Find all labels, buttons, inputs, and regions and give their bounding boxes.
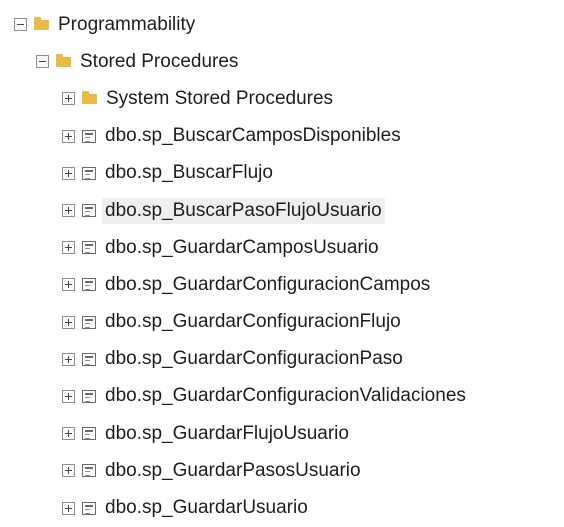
tree-node-label[interactable]: dbo.sp_BuscarFlujo	[102, 160, 276, 186]
stored-procedure-icon	[82, 278, 96, 292]
stored-procedure-icon	[82, 501, 96, 515]
object-explorer-tree: Programmability Stored Procedures System…	[0, 6, 564, 527]
tree-node-label[interactable]: dbo.sp_GuardarConfiguracionCampos	[102, 272, 433, 298]
expand-icon[interactable]	[62, 389, 75, 403]
tree-node-label[interactable]: Programmability	[55, 12, 198, 38]
expand-icon[interactable]	[62, 464, 75, 478]
tree-node-label[interactable]: dbo.sp_GuardarUsuario	[102, 495, 311, 521]
folder-icon	[56, 53, 71, 67]
tree-node-programmability[interactable]: Programmability	[0, 6, 564, 43]
tree-node-stored-procedure[interactable]: dbo.sp_GuardarPasosUsuario	[0, 452, 564, 489]
expand-icon[interactable]	[62, 501, 75, 515]
stored-procedure-icon	[82, 204, 96, 218]
tree-node-label[interactable]: dbo.sp_GuardarFlujoUsuario	[102, 421, 352, 447]
expand-icon[interactable]	[62, 166, 75, 180]
tree-node-stored-procedure[interactable]: dbo.sp_GuardarConfiguracionValidaciones	[0, 378, 564, 415]
expand-icon[interactable]	[62, 204, 75, 218]
tree-node-stored-procedure-selected[interactable]: dbo.sp_BuscarPasoFlujoUsuario	[0, 192, 564, 229]
tree-node-stored-procedure[interactable]: dbo.sp_GuardarUsuario	[0, 489, 564, 526]
tree-node-label[interactable]: dbo.sp_GuardarPasosUsuario	[102, 458, 364, 484]
expand-icon[interactable]	[62, 278, 75, 292]
stored-procedure-icon	[82, 166, 96, 180]
tree-node-stored-procedure[interactable]: dbo.sp_GuardarCamposUsuario	[0, 229, 564, 266]
tree-node-stored-procedure[interactable]: dbo.sp_GuardarConfiguracionFlujo	[0, 304, 564, 341]
tree-node-stored-procedure[interactable]: dbo.sp_GuardarConfiguracionPaso	[0, 341, 564, 378]
stored-procedure-icon	[82, 352, 96, 366]
tree-node-stored-procedure[interactable]: dbo.sp_BuscarCamposDisponibles	[0, 118, 564, 155]
tree-node-label[interactable]: dbo.sp_GuardarConfiguracionFlujo	[102, 309, 404, 335]
tree-node-system-stored-procedures[interactable]: System Stored Procedures	[0, 80, 564, 117]
tree-node-label[interactable]: dbo.sp_GuardarConfiguracionPaso	[102, 346, 406, 372]
tree-node-label[interactable]: Stored Procedures	[77, 49, 241, 75]
folder-icon	[82, 90, 97, 104]
tree-node-label[interactable]: dbo.sp_BuscarPasoFlujoUsuario	[102, 197, 385, 224]
tree-node-stored-procedure[interactable]: dbo.sp_GuardarConfiguracionCampos	[0, 266, 564, 303]
stored-procedure-icon	[82, 315, 96, 329]
tree-node-label[interactable]: dbo.sp_GuardarConfiguracionValidaciones	[102, 383, 469, 409]
expand-icon[interactable]	[62, 241, 75, 255]
tree-node-stored-procedure[interactable]: dbo.sp_BuscarFlujo	[0, 155, 564, 192]
tree-node-label[interactable]: dbo.sp_BuscarCamposDisponibles	[102, 123, 404, 149]
stored-procedure-icon	[82, 464, 96, 478]
expand-icon[interactable]	[62, 352, 75, 366]
expand-icon[interactable]	[62, 92, 75, 106]
tree-node-label[interactable]: dbo.sp_GuardarCamposUsuario	[102, 235, 382, 261]
expand-icon[interactable]	[62, 129, 75, 143]
expand-icon[interactable]	[62, 427, 75, 441]
tree-node-label[interactable]: System Stored Procedures	[103, 86, 336, 112]
stored-procedure-icon	[82, 241, 96, 255]
stored-procedure-icon	[82, 129, 96, 143]
collapse-icon[interactable]	[36, 55, 49, 69]
tree-node-stored-procedure[interactable]: dbo.sp_GuardarFlujoUsuario	[0, 415, 564, 452]
expand-icon[interactable]	[62, 315, 75, 329]
stored-procedure-icon	[82, 389, 96, 403]
stored-procedure-icon	[82, 427, 96, 441]
collapse-icon[interactable]	[14, 18, 27, 32]
tree-node-stored-procedures[interactable]: Stored Procedures	[0, 43, 564, 80]
folder-icon	[34, 16, 49, 30]
